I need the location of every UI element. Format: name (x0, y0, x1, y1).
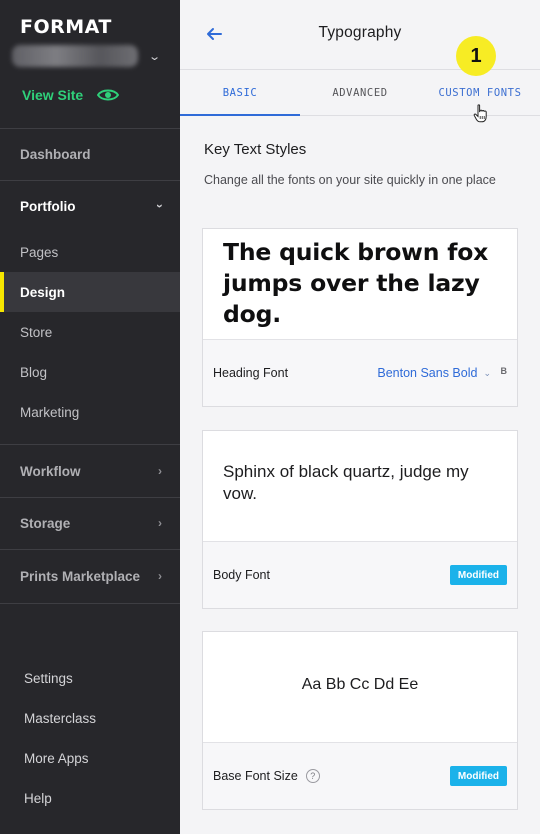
sidebar-item-label: Portfolio (20, 198, 76, 214)
sidebar-item-marketing[interactable]: Marketing (0, 392, 180, 432)
body-font-row[interactable]: Body Font Modified (203, 542, 517, 608)
heading-font-row: Heading Font Benton Sans Bold ⌄ B (203, 340, 517, 406)
sidebar-item-label: Settings (24, 670, 73, 686)
sidebar-footer-settings[interactable]: Settings (0, 658, 180, 698)
sidebar-divider (0, 549, 180, 550)
sidebar-item-portfolio[interactable]: Portfolio › (0, 186, 180, 226)
chevron-down-icon: ⌄ (483, 367, 491, 378)
heading-font-value: Benton Sans Bold (377, 366, 478, 380)
sidebar-footer-more-apps[interactable]: More Apps (0, 738, 180, 778)
base-font-size-label: Base Font Size (213, 769, 298, 783)
section-description: Change all the fonts on your site quickl… (204, 173, 496, 187)
tab-advanced[interactable]: ADVANCED (300, 71, 420, 115)
body-font-card: Sphinx of black quartz, judge my vow. Bo… (202, 430, 518, 609)
sidebar-item-label: Blog (20, 364, 48, 380)
base-size-preview: Aa Bb Cc Dd Ee (203, 632, 517, 743)
sidebar-item-label: Prints Marketplace (20, 568, 141, 584)
sidebar-item-label: Dashboard (20, 146, 91, 162)
sidebar-divider (0, 128, 180, 129)
eye-icon (97, 89, 120, 101)
sidebar-item-label: Design (20, 284, 66, 300)
sidebar-divider (0, 444, 180, 445)
chevron-right-icon: › (158, 516, 162, 530)
sidebar-item-blog[interactable]: Blog (0, 352, 180, 392)
typography-panel: Typography BASIC ADVANCED CUSTOM FONTS 1… (180, 0, 540, 834)
base-font-size-row[interactable]: Base Font Size ? Modified (203, 743, 517, 809)
sidebar-divider (0, 180, 180, 181)
body-sample-text: Sphinx of black quartz, judge my vow. (223, 462, 469, 503)
sidebar-divider (0, 497, 180, 498)
sidebar-item-label: Store (20, 324, 53, 340)
modified-badge: Modified (449, 766, 507, 786)
section-title: Key Text Styles (204, 141, 307, 158)
view-site-label: View Site (22, 87, 84, 103)
sidebar-item-design[interactable]: Design (0, 272, 180, 312)
sidebar-item-label: Masterclass (24, 710, 97, 726)
step-annotation-badge: 1 (456, 36, 496, 76)
chevron-right-icon: › (158, 464, 162, 478)
body-preview: Sphinx of black quartz, judge my vow. (203, 431, 517, 542)
sidebar-item-label: Pages (20, 244, 59, 260)
sidebar-item-label: Help (24, 790, 52, 806)
sidebar-divider (0, 603, 180, 604)
base-sample-text: Aa Bb Cc Dd Ee (301, 676, 419, 693)
heading-preview: The quick brown fox jumps over the lazy … (203, 229, 517, 340)
body-font-label: Body Font (213, 568, 270, 582)
sidebar-item-dashboard[interactable]: Dashboard (0, 134, 180, 174)
chevron-right-icon: › (158, 569, 162, 583)
sidebar-item-pages[interactable]: Pages (0, 232, 180, 272)
sidebar: FORMAT ⌄ View Site Dashboard Portfolio ›… (0, 0, 180, 834)
account-name-redacted (12, 45, 138, 67)
modified-badge: Modified (449, 565, 507, 585)
account-switcher[interactable]: ⌄ (12, 44, 168, 68)
heading-font-select[interactable]: Benton Sans Bold ⌄ (377, 340, 491, 406)
sidebar-footer-masterclass[interactable]: Masterclass (0, 698, 180, 738)
sidebar-item-label: Workflow (20, 463, 81, 479)
sidebar-item-store[interactable]: Store (0, 312, 180, 352)
hand-pointer-icon (473, 104, 487, 123)
sidebar-item-label: Storage (20, 515, 71, 531)
sidebar-item-storage[interactable]: Storage › (0, 503, 180, 543)
heading-font-label: Heading Font (213, 366, 289, 380)
chevron-down-icon: › (153, 204, 167, 208)
base-font-size-card: Aa Bb Cc Dd Ee Base Font Size ? Modified (202, 631, 518, 810)
sidebar-footer-help[interactable]: Help (0, 778, 180, 818)
sidebar-item-prints-marketplace[interactable]: Prints Marketplace › (0, 556, 180, 596)
view-site-link[interactable]: View Site (22, 87, 120, 103)
heading-font-card: The quick brown fox jumps over the lazy … (202, 228, 518, 407)
heading-sample-text: The quick brown fox jumps over the lazy … (223, 238, 489, 328)
tab-basic[interactable]: BASIC (180, 71, 300, 116)
format-logo[interactable]: FORMAT (20, 16, 112, 38)
sidebar-item-workflow[interactable]: Workflow › (0, 451, 180, 491)
sidebar-item-label: Marketing (20, 404, 80, 420)
chevron-down-icon: ⌄ (148, 50, 162, 63)
sidebar-item-label: More Apps (24, 750, 89, 766)
font-weight-indicator: B (500, 366, 508, 376)
help-icon[interactable]: ? (305, 769, 320, 783)
